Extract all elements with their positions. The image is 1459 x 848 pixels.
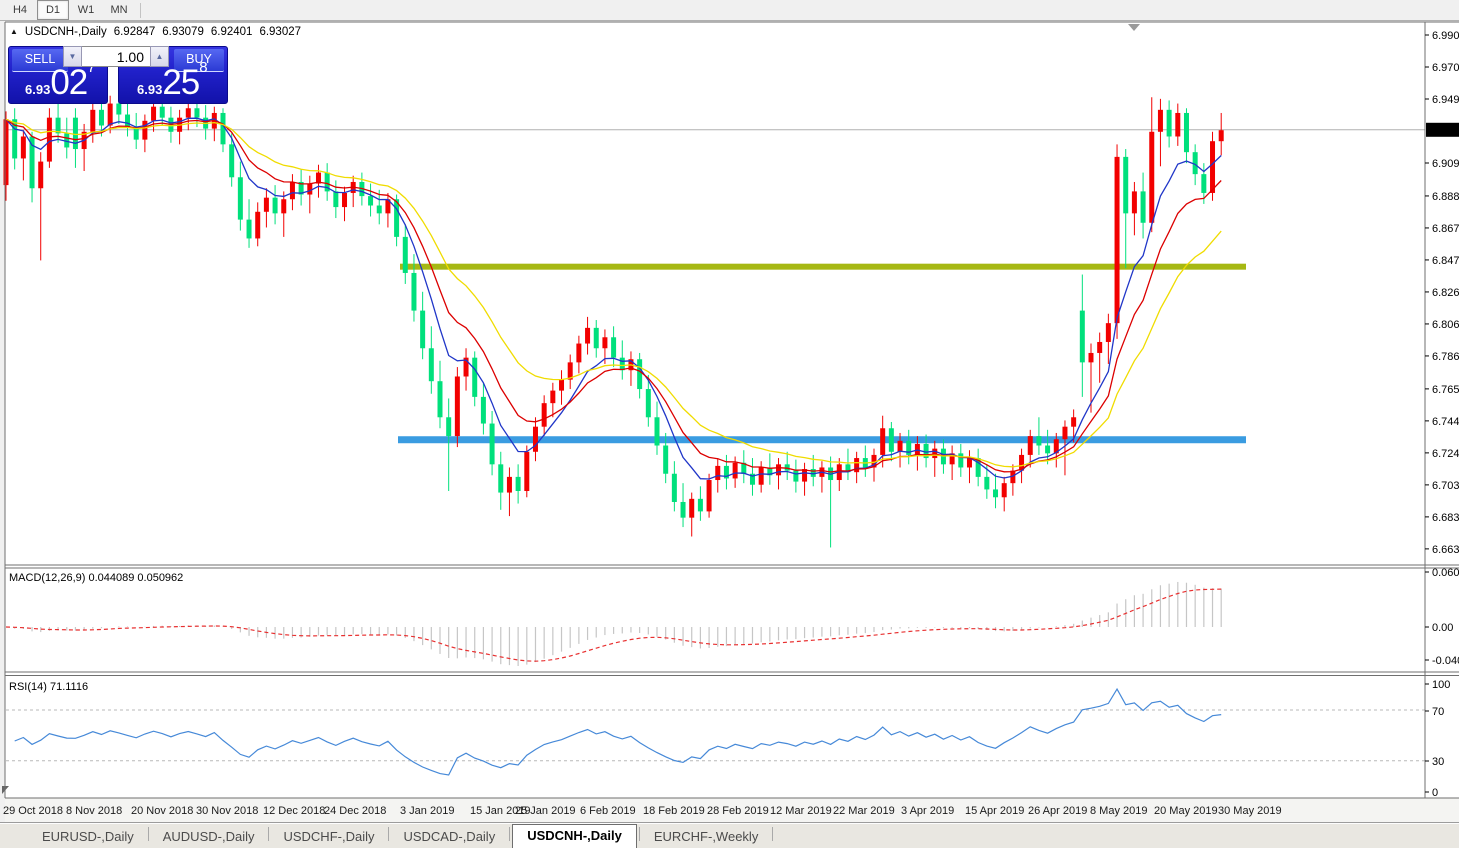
- ohlc-close: 6.93027: [259, 26, 302, 38]
- mt4-terminal: H4D1W1MN 6.990706.970306.949906.909106.8…: [0, 0, 1459, 848]
- svg-text:70: 70: [1432, 706, 1444, 718]
- chart-tab-usdcnh[interactable]: USDCNH-,Daily: [512, 824, 637, 848]
- svg-text:29 Oct 2018: 29 Oct 2018: [3, 805, 63, 817]
- buy-price-point: 8: [199, 59, 208, 76]
- svg-text:24 Dec 2018: 24 Dec 2018: [324, 805, 386, 817]
- chart-tab-usdcad[interactable]: USDCAD-,Daily: [391, 826, 507, 848]
- svg-text:18 Feb 2019: 18 Feb 2019: [643, 805, 705, 817]
- svg-text:26 Apr 2019: 26 Apr 2019: [1028, 805, 1087, 817]
- svg-text:6.94990: 6.94990: [1432, 94, 1459, 106]
- svg-text:6.80650: 6.80650: [1432, 319, 1459, 331]
- svg-text:6.84730: 6.84730: [1432, 255, 1459, 267]
- svg-text:6.72430: 6.72430: [1432, 448, 1459, 460]
- chart-tab-eurchf[interactable]: EURCHF-,Weekly: [642, 826, 771, 848]
- svg-text:6.74470: 6.74470: [1432, 416, 1459, 428]
- svg-text:8 May 2019: 8 May 2019: [1090, 805, 1147, 817]
- svg-text:3 Apr 2019: 3 Apr 2019: [901, 805, 954, 817]
- svg-text:30 May 2019: 30 May 2019: [1218, 805, 1282, 817]
- svg-text:6.99070: 6.99070: [1432, 30, 1459, 42]
- macd-label: MACD(12,26,9) 0.044089 0.050962: [9, 572, 183, 584]
- svg-text:22 Mar 2019: 22 Mar 2019: [833, 805, 895, 817]
- ohlc-low: 6.92401: [210, 26, 253, 38]
- svg-text:12 Dec 2018: 12 Dec 2018: [263, 805, 325, 817]
- tab-separator: [772, 827, 774, 841]
- svg-text:20 May 2019: 20 May 2019: [1154, 805, 1218, 817]
- svg-text:20 Nov 2018: 20 Nov 2018: [131, 805, 193, 817]
- svg-text:6.90910: 6.90910: [1432, 158, 1459, 170]
- svg-text:6.86770: 6.86770: [1432, 223, 1459, 235]
- svg-text:25 Jan 2019: 25 Jan 2019: [515, 805, 576, 817]
- current-price-tag: [1426, 122, 1459, 137]
- svg-text:6.88810: 6.88810: [1432, 191, 1459, 203]
- rsi-label: RSI(14) 71.1116: [9, 681, 88, 693]
- sell-price-prefix: 6.93: [25, 82, 51, 97]
- svg-text:6.68350: 6.68350: [1432, 512, 1459, 524]
- svg-text:0: 0: [1432, 787, 1438, 799]
- sell-price-pips: 02: [50, 63, 88, 102]
- one-click-trading-widget: SELL 6.93027 BUY 6.93258 ▼ ▲: [8, 45, 228, 105]
- tab-separator: [388, 827, 390, 841]
- svg-text:6.70390: 6.70390: [1432, 480, 1459, 492]
- svg-text:15 Apr 2019: 15 Apr 2019: [965, 805, 1024, 817]
- svg-text:-0.04041: -0.04041: [1432, 655, 1459, 667]
- svg-text:30 Nov 2018: 30 Nov 2018: [196, 805, 258, 817]
- svg-text:12 Mar 2019: 12 Mar 2019: [770, 805, 832, 817]
- svg-text:6.76510: 6.76510: [1432, 384, 1459, 396]
- volume-increase-button[interactable]: ▲: [150, 46, 169, 67]
- svg-text:MACD(12,26,9) 0.044089 0.05096: MACD(12,26,9) 0.044089 0.050962: [9, 572, 183, 584]
- svg-text:RSI(14) 71.1116: RSI(14) 71.1116: [9, 681, 88, 693]
- chart-canvas[interactable]: 6.99070 6.97030 6.94990 6.90910 6.88810 6.867…: [0, 0, 1459, 848]
- volume-input[interactable]: [82, 46, 150, 67]
- ohlc-open: 6.92847: [113, 26, 156, 38]
- tab-separator: [147, 827, 149, 841]
- support-hline[interactable]: [398, 436, 1246, 444]
- tab-separator: [509, 827, 511, 841]
- svg-text:6.66310: 6.66310: [1432, 544, 1459, 556]
- chart-title: ▲ USDCNH-,Daily 6.92847 6.93079 6.92401 …: [10, 26, 301, 38]
- chart-tab-usdchf[interactable]: USDCHF-,Daily: [271, 826, 386, 848]
- svg-text:30: 30: [1432, 756, 1444, 768]
- buy-price-pips: 25: [162, 63, 200, 102]
- buy-price-prefix: 6.93: [137, 82, 163, 97]
- chart-tab-audusd[interactable]: AUDUSD-,Daily: [151, 826, 267, 848]
- svg-text:6 Feb 2019: 6 Feb 2019: [580, 805, 636, 817]
- svg-text:6.82690: 6.82690: [1432, 287, 1459, 299]
- svg-text:6.97030: 6.97030: [1432, 62, 1459, 74]
- symbol-label: USDCNH-,Daily: [24, 26, 107, 38]
- svg-text:6.78610: 6.78610: [1432, 351, 1459, 363]
- volume-decrease-button[interactable]: ▼: [63, 46, 82, 67]
- svg-text:0.00: 0.00: [1432, 622, 1453, 634]
- chart-tab-eurusd[interactable]: EURUSD-,Daily: [30, 826, 146, 848]
- chart-tab-bar: EURUSD-,Daily AUDUSD-,Daily USDCHF-,Daily U…: [0, 822, 1459, 848]
- svg-text:100: 100: [1432, 679, 1450, 691]
- svg-text:0.06034: 0.06034: [1432, 567, 1459, 579]
- tab-separator: [638, 827, 640, 841]
- ohlc-high: 6.93079: [162, 26, 204, 38]
- volume-control: ▼ ▲: [63, 46, 169, 67]
- collapse-triangle-icon[interactable]: ▲: [10, 27, 18, 36]
- svg-text:3 Jan 2019: 3 Jan 2019: [400, 805, 454, 817]
- svg-text:8 Nov 2018: 8 Nov 2018: [66, 805, 122, 817]
- svg-text:28 Feb 2019: 28 Feb 2019: [707, 805, 769, 817]
- tab-separator: [268, 827, 270, 841]
